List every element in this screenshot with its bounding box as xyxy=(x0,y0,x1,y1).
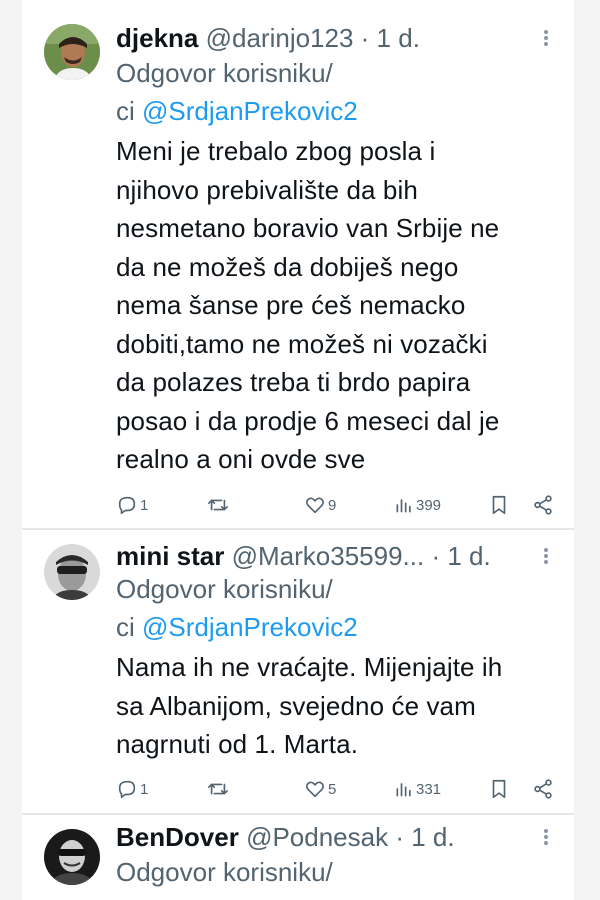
tweet-header: djekna @darinjo123 · 1 d. xyxy=(116,22,420,54)
reply-button[interactable]: 1 xyxy=(116,774,148,804)
display-name[interactable]: djekna xyxy=(116,23,198,53)
reply-ci: ci xyxy=(116,96,142,126)
share-icon xyxy=(534,495,552,515)
avatar[interactable] xyxy=(44,24,100,80)
share-button[interactable] xyxy=(532,774,554,804)
timestamp[interactable]: 1 d. xyxy=(447,541,490,571)
reply-to-link[interactable]: @SrdjanPrekovic2 xyxy=(142,96,358,126)
like-icon xyxy=(306,781,324,798)
text-line: Meni je trebalo zbog posla i xyxy=(116,136,436,166)
more-icon[interactable] xyxy=(544,28,550,48)
bookmark-icon xyxy=(492,779,506,799)
user-avatar-image xyxy=(44,24,100,80)
reply-icon xyxy=(118,496,136,515)
reply-icon xyxy=(118,780,136,799)
bookmark-icon xyxy=(492,495,506,515)
separator-dot: · xyxy=(353,23,377,53)
reply-context: Odgovor korisniku/ ci @SrdjanPrekovic2 xyxy=(116,54,358,130)
tweet[interactable]: BenDover @Podnesak · 1 d. Odgovor korisn… xyxy=(22,815,574,900)
like-button[interactable]: 5 xyxy=(304,774,336,804)
like-button[interactable]: 9 xyxy=(304,490,336,520)
reply-count: 1 xyxy=(140,496,149,514)
text-line: njihovo prebivalište da bih xyxy=(116,174,418,205)
more-icon[interactable] xyxy=(544,827,550,847)
user-handle[interactable]: @Podnesak xyxy=(246,822,388,852)
text-line: Nama ih ne vraćajte. Mijenjajte ih xyxy=(116,652,503,682)
text-line: sa Albanijom, svejedno će vam xyxy=(116,690,476,721)
reply-context: Odgovor korisniku/ ci @SrdjanPrekovic2 xyxy=(116,570,358,646)
like-count: 5 xyxy=(328,780,337,798)
tweet[interactable]: djekna @darinjo123 · 1 d. Odgovor korisn… xyxy=(22,0,574,528)
tweet-text: Meni je trebalo zbog posla i njihovo pre… xyxy=(116,132,566,479)
user-handle[interactable]: @Marko35599... xyxy=(232,541,425,571)
retweet-button[interactable] xyxy=(206,774,232,804)
reply-prefix: Odgovor korisniku/ xyxy=(116,58,333,88)
text-line: realno a oni ovde sve xyxy=(116,444,366,474)
action-bar: 1 9 399 xyxy=(116,490,556,520)
separator-dot: · xyxy=(388,822,412,852)
action-bar: 1 5 331 xyxy=(116,774,556,804)
tweet-text: Nama ih ne vraćajte. Mijenjajte ih sa Al… xyxy=(116,648,566,764)
tweet-feed: djekna @darinjo123 · 1 d. Odgovor korisn… xyxy=(22,0,574,900)
timestamp[interactable]: 1 d. xyxy=(377,23,420,53)
retweet-icon xyxy=(208,499,228,511)
views-icon xyxy=(396,499,411,513)
tweet-header: BenDover @Podnesak · 1 d. xyxy=(116,821,455,853)
separator-dot: · xyxy=(424,541,448,571)
reply-to-link[interactable]: @SrdjanPrekovic2 xyxy=(142,612,358,642)
share-button[interactable] xyxy=(532,490,554,520)
user-avatar-image xyxy=(44,829,100,885)
reply-count: 1 xyxy=(140,780,149,798)
text-line: posao i da prodje 6 meseci dal je xyxy=(116,405,500,436)
text-line: nesmetano boravio van Srbije ne xyxy=(116,213,500,243)
text-line: dobiti,tamo ne možeš ni vozački xyxy=(116,328,488,359)
avatar[interactable] xyxy=(44,544,100,600)
user-handle[interactable]: @darinjo123 xyxy=(206,23,354,53)
timestamp[interactable]: 1 d. xyxy=(411,822,454,852)
views-button[interactable]: 331 xyxy=(394,774,441,804)
text-line: nagrnuti od 1. Marta. xyxy=(116,729,359,759)
avatar[interactable] xyxy=(44,829,100,885)
views-button[interactable]: 399 xyxy=(394,490,441,520)
display-name[interactable]: mini star xyxy=(116,541,224,571)
text-line: da ne možeš da dobiješ nego xyxy=(116,251,459,282)
view-count: 399 xyxy=(416,496,442,514)
retweet-icon xyxy=(208,783,228,795)
bookmark-button[interactable] xyxy=(488,774,510,804)
bookmark-button[interactable] xyxy=(488,490,510,520)
text-line: da polazes treba ti brdo papira xyxy=(116,367,471,397)
user-avatar-image xyxy=(44,544,100,600)
tweet[interactable]: mini star @Marko35599... · 1 d. Odgovor … xyxy=(22,530,574,813)
views-icon xyxy=(396,783,411,797)
reply-prefix: Odgovor korisniku/ xyxy=(116,857,333,887)
display-name[interactable]: BenDover xyxy=(116,822,239,852)
more-icon[interactable] xyxy=(544,546,550,566)
view-count: 331 xyxy=(416,780,442,798)
retweet-button[interactable] xyxy=(206,490,232,520)
like-icon xyxy=(306,497,324,514)
reply-prefix: Odgovor korisniku/ xyxy=(116,574,333,604)
tweet-header: mini star @Marko35599... · 1 d. xyxy=(116,540,491,572)
like-count: 9 xyxy=(328,496,337,514)
share-icon xyxy=(534,779,552,799)
text-line: nema šanse pre ćeš nemacko xyxy=(116,290,466,320)
reply-button[interactable]: 1 xyxy=(116,490,148,520)
reply-context: Odgovor korisniku/ xyxy=(116,853,333,891)
reply-ci: ci xyxy=(116,612,142,642)
